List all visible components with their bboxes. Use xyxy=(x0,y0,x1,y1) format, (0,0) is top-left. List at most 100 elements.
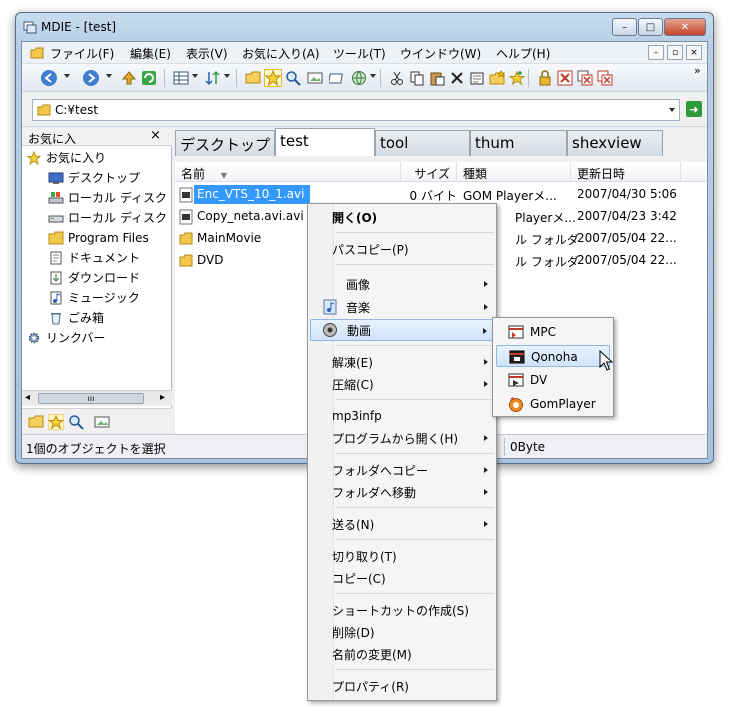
menu-item-cut[interactable]: 切り取り(T) xyxy=(310,545,494,567)
submenu-item-qonoha[interactable]: Qonoha xyxy=(496,345,610,367)
menu-item-path-copy[interactable]: パスコピー(P) xyxy=(310,238,494,260)
preview-button[interactable] xyxy=(328,69,346,87)
folder-icon xyxy=(48,231,64,244)
submenu-item-mpc[interactable]: MPC xyxy=(496,321,610,343)
column-header-size[interactable]: サイズ xyxy=(401,162,457,182)
menu-item-create-shortcut[interactable]: ショートカットの作成(S) xyxy=(310,599,494,621)
search-icon[interactable] xyxy=(68,414,84,430)
cut-button[interactable] xyxy=(388,69,406,87)
tree-item-local-disk-2[interactable]: ローカル ディスク xyxy=(48,208,167,227)
tab-shexview[interactable]: shexview xyxy=(567,130,663,156)
tree-item-favorites[interactable]: お気に入り xyxy=(26,148,106,167)
address-dropdown-icon[interactable] xyxy=(669,108,675,112)
menu-item-open[interactable]: 開く(O) xyxy=(310,206,494,228)
tree-item-desktop[interactable]: デスクトップ xyxy=(48,168,140,187)
menu-item-image[interactable]: 画像 xyxy=(310,273,494,295)
properties-button[interactable] xyxy=(468,69,486,87)
tree-item-program-files[interactable]: Program Files xyxy=(48,228,149,247)
tab-thum[interactable]: thum xyxy=(470,130,567,156)
column-header-name[interactable]: 名前 ▼ xyxy=(175,162,401,182)
column-header-date[interactable]: 更新日時 xyxy=(571,162,681,182)
menu-item-properties[interactable]: プロパティ(R) xyxy=(310,675,494,697)
submenu-item-dv[interactable]: DV xyxy=(496,369,610,391)
scroll-left-button[interactable]: ◂ xyxy=(25,392,30,403)
menu-item-open-with[interactable]: プログラムから開く(H) xyxy=(310,427,494,449)
address-input[interactable]: C:¥test xyxy=(32,99,680,121)
tree-item-recycle-bin[interactable]: ごみ箱 xyxy=(48,308,104,327)
mdi-minimize-button[interactable]: – xyxy=(648,45,664,60)
menu-item-compress[interactable]: 圧縮(C) xyxy=(310,373,494,395)
image-icon[interactable] xyxy=(94,414,110,430)
menu-tools[interactable]: ツール(T) xyxy=(333,45,386,62)
refresh-button[interactable] xyxy=(140,69,158,87)
close-window-button[interactable] xyxy=(556,69,574,87)
menu-favorites[interactable]: お気に入り(A) xyxy=(242,45,320,62)
search-icon xyxy=(286,71,301,86)
menu-item-music[interactable]: 音楽 xyxy=(310,296,494,318)
tree-item-documents[interactable]: ドキュメント xyxy=(48,248,140,267)
pane-scrollbar[interactable]: ◂ ııı ▸ xyxy=(22,390,172,406)
copy-button[interactable] xyxy=(408,69,426,87)
tab-tool[interactable]: tool xyxy=(375,130,470,156)
folders-button[interactable] xyxy=(244,69,262,87)
menu-item-copy[interactable]: コピー(C) xyxy=(310,567,494,589)
pane-toolbar xyxy=(22,408,172,434)
paste-button[interactable] xyxy=(428,69,446,87)
menu-item-move-to-folder[interactable]: フォルダへ移動 xyxy=(310,481,494,503)
back-dropdown-icon[interactable] xyxy=(64,74,70,78)
add-favorite-button[interactable] xyxy=(508,69,526,87)
view-mode-button[interactable] xyxy=(172,69,190,87)
tab-desktop[interactable]: デスクトップ xyxy=(175,130,275,156)
forward-button[interactable] xyxy=(82,69,100,87)
browser-dropdown-icon[interactable] xyxy=(370,74,376,78)
menu-edit[interactable]: 編集(E) xyxy=(130,45,171,62)
pane-close-button[interactable]: × xyxy=(150,128,161,143)
tab-test[interactable]: test xyxy=(275,128,375,156)
star-icon[interactable] xyxy=(48,414,64,430)
lock-button[interactable] xyxy=(536,69,554,87)
minimize-button[interactable]: – xyxy=(612,18,637,36)
menu-item-send-to[interactable]: 送る(N) xyxy=(310,513,494,535)
menu-view[interactable]: 表示(V) xyxy=(186,45,228,62)
search-button[interactable] xyxy=(284,69,302,87)
folder-icon xyxy=(37,104,51,116)
menu-file[interactable]: ファイル(F) xyxy=(50,45,114,62)
forward-dropdown-icon[interactable] xyxy=(106,74,112,78)
favorites-button[interactable] xyxy=(264,69,282,87)
tree-item-link-bar[interactable]: リンクバー xyxy=(26,328,105,347)
tree-item-music[interactable]: ミュージック xyxy=(48,288,140,307)
menu-item-delete[interactable]: 削除(D) xyxy=(310,621,494,643)
view-dropdown-icon[interactable] xyxy=(192,74,198,78)
scroll-right-button[interactable]: ▸ xyxy=(160,392,165,403)
menu-item-video[interactable]: 動画 xyxy=(310,319,494,341)
tree-item-downloads[interactable]: ダウンロード xyxy=(48,268,140,287)
menu-item-extract[interactable]: 解凍(E) xyxy=(310,351,494,373)
new-folder-button[interactable] xyxy=(488,69,506,87)
sort-button[interactable] xyxy=(204,69,222,87)
submenu-arrow-icon xyxy=(484,381,488,387)
up-folder-button[interactable] xyxy=(120,69,138,87)
thumbnail-button[interactable] xyxy=(306,69,324,87)
menu-item-copy-to-folder[interactable]: フォルダへコピー xyxy=(310,459,494,481)
column-header-type[interactable]: 種類 xyxy=(457,162,571,182)
delete-button[interactable] xyxy=(448,69,466,87)
menu-item-mp3infp[interactable]: mp3infp xyxy=(310,405,494,427)
maximize-button[interactable]: □ xyxy=(638,18,663,36)
go-button[interactable]: ➜ xyxy=(686,101,702,117)
mdi-restore-button[interactable]: ▫ xyxy=(667,45,683,60)
close-button[interactable]: ✕ xyxy=(664,18,706,36)
menu-window[interactable]: ウインドウ(W) xyxy=(400,45,481,62)
back-button[interactable] xyxy=(40,69,58,87)
tree-item-local-disk-1[interactable]: ローカル ディスク xyxy=(48,188,167,207)
menu-item-rename[interactable]: 名前の変更(M) xyxy=(310,643,494,665)
submenu-item-gomplayer[interactable]: GomPlayer xyxy=(496,393,610,415)
browser-button[interactable] xyxy=(350,69,368,87)
sort-dropdown-icon[interactable] xyxy=(224,74,230,78)
toolbar-overflow-button[interactable]: » xyxy=(694,64,701,77)
close-all-button[interactable] xyxy=(596,69,614,87)
mdi-close-button[interactable]: × xyxy=(686,45,702,60)
menu-help[interactable]: ヘルプ(H) xyxy=(496,45,550,62)
scroll-thumb[interactable]: ııı xyxy=(38,393,144,404)
open-folder-icon[interactable] xyxy=(28,414,44,430)
close-others-button[interactable] xyxy=(576,69,594,87)
